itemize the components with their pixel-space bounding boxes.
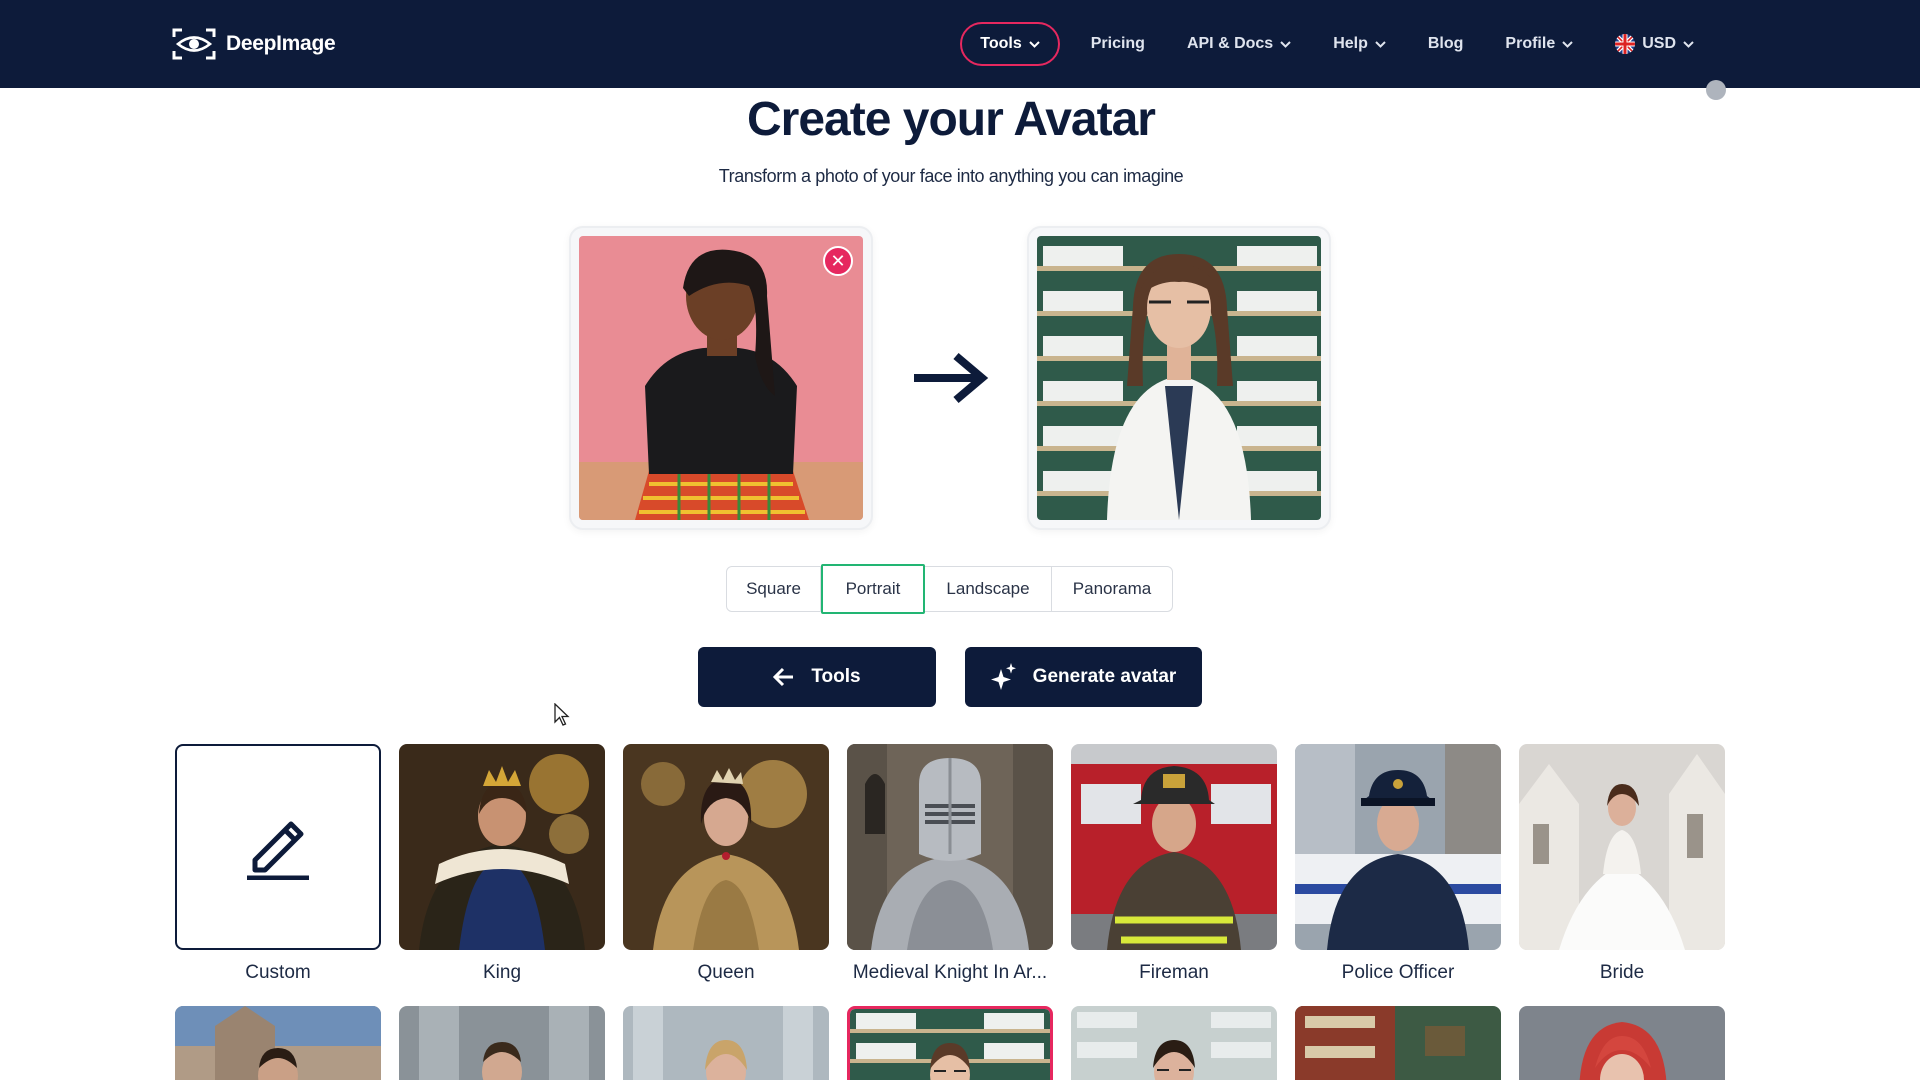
king-image [399, 744, 605, 950]
sparkles-icon [990, 663, 1016, 690]
style-preview-image [175, 1006, 381, 1080]
result-photo-frame[interactable] [1027, 226, 1331, 530]
nav-pricing-label: Pricing [1090, 35, 1145, 52]
back-to-tools-label: Tools [811, 666, 861, 687]
chevron-down-icon [1280, 40, 1291, 48]
style-card-police-officer[interactable]: Police Officer [1295, 744, 1501, 984]
arrow-left-icon [773, 667, 794, 687]
style-preview-image [1519, 1006, 1725, 1080]
close-icon: ✕ [830, 250, 846, 271]
source-face-photo [579, 236, 863, 520]
style-card-medieval-knight[interactable]: Medieval Knight In Ar... [847, 744, 1053, 984]
nav-tools[interactable]: Tools [960, 22, 1060, 66]
style-card-pharmacist[interactable] [847, 1006, 1053, 1080]
aspect-panorama-button[interactable]: Panorama [1052, 567, 1172, 611]
page-title: Create your Avatar [747, 93, 1156, 146]
style-thumb-king[interactable] [399, 744, 605, 950]
logo-text: DeepImage [226, 32, 336, 55]
arrow-right-icon [914, 352, 989, 404]
style-preview-image [399, 1006, 605, 1080]
style-label: Fireman [1139, 962, 1209, 983]
chevron-down-icon [1029, 40, 1040, 48]
style-thumb-fireman[interactable] [1071, 744, 1277, 950]
style-thumb-queen[interactable] [623, 744, 829, 950]
deepimage-logo[interactable]: DeepImage [172, 26, 336, 62]
chevron-down-icon [1562, 40, 1573, 48]
style-card-king[interactable]: King [399, 744, 605, 984]
style-card-bride[interactable]: Bride [1519, 744, 1725, 984]
style-thumb[interactable] [623, 1006, 829, 1080]
medieval-knight-image [847, 744, 1053, 950]
style-preview-image [850, 1009, 1050, 1080]
nav-tools-label: Tools [980, 35, 1022, 52]
nav-currency-label: USD [1642, 35, 1676, 52]
style-label: Custom [245, 962, 311, 983]
nav-help-label: Help [1333, 35, 1368, 52]
style-card[interactable] [175, 1006, 381, 1080]
nav-pricing[interactable]: Pricing [1070, 22, 1166, 66]
nav-currency[interactable]: USD [1594, 22, 1715, 66]
aspect-ratio-toggle: Square Portrait Landscape Panorama [726, 564, 1173, 614]
style-preview-image [1071, 1006, 1277, 1080]
uk-flag-icon [1615, 34, 1636, 54]
style-card[interactable] [1071, 1006, 1277, 1080]
style-thumb-police-officer[interactable] [1295, 744, 1501, 950]
style-card-fireman[interactable]: Fireman [1071, 744, 1277, 984]
style-card[interactable] [1295, 1006, 1501, 1080]
queen-image [623, 744, 829, 950]
mouse-cursor-icon [554, 703, 570, 726]
style-label: Police Officer [1341, 962, 1455, 983]
style-card-queen[interactable]: Queen [623, 744, 829, 984]
nav-help[interactable]: Help [1312, 22, 1407, 66]
chevron-down-icon [1375, 40, 1386, 48]
aspect-landscape-button[interactable]: Landscape [925, 567, 1052, 611]
page-subtitle: Transform a photo of your face into anyt… [718, 166, 1184, 186]
style-card-custom[interactable]: Custom [175, 744, 381, 984]
style-label: Medieval Knight In Ar... [852, 962, 1048, 983]
aspect-portrait-button[interactable]: Portrait [821, 564, 925, 614]
style-card[interactable] [623, 1006, 829, 1080]
nav-profile-label: Profile [1505, 35, 1556, 52]
nav-api-docs-label: API & Docs [1186, 35, 1274, 52]
remove-photo-button[interactable]: ✕ [823, 246, 853, 276]
generate-avatar-button[interactable]: Generate avatar [965, 647, 1202, 707]
back-to-tools-button[interactable]: Tools [698, 647, 936, 707]
style-thumb-bride[interactable] [1519, 744, 1725, 950]
style-thumb[interactable] [399, 1006, 605, 1080]
nav-profile[interactable]: Profile [1484, 22, 1594, 66]
top-navigation-bar: DeepImage Tools Pricing API & Docs Help … [0, 0, 1920, 88]
source-photo-frame[interactable]: ✕ [569, 226, 873, 530]
main-nav: Tools Pricing API & Docs Help Blog Profi… [960, 22, 1715, 66]
style-preview-image [1295, 1006, 1501, 1080]
aspect-square-button[interactable]: Square [727, 567, 821, 611]
nav-blog-label: Blog [1427, 35, 1464, 52]
style-thumb[interactable] [175, 1006, 381, 1080]
eye-logo-icon [172, 28, 216, 60]
style-thumb[interactable] [847, 1006, 1053, 1080]
nav-api-docs[interactable]: API & Docs [1166, 22, 1312, 66]
nav-blog[interactable]: Blog [1407, 22, 1485, 66]
style-thumb-custom[interactable] [175, 744, 381, 950]
fireman-image [1071, 744, 1277, 950]
style-label: Queen [697, 962, 755, 983]
style-card[interactable] [1519, 1006, 1725, 1080]
generate-avatar-label: Generate avatar [1032, 666, 1177, 687]
style-card[interactable] [399, 1006, 605, 1080]
pencil-edit-icon [247, 821, 309, 880]
style-thumb-medieval-knight[interactable] [847, 744, 1053, 950]
style-thumb[interactable] [1295, 1006, 1501, 1080]
style-thumb[interactable] [1071, 1006, 1277, 1080]
result-avatar-photo [1037, 236, 1321, 520]
bride-image [1519, 744, 1725, 950]
chevron-down-icon [1683, 40, 1694, 48]
style-label: Bride [1599, 962, 1645, 983]
police-officer-image [1295, 744, 1501, 950]
style-label: King [482, 962, 522, 983]
style-preview-image [623, 1006, 829, 1080]
style-thumb[interactable] [1519, 1006, 1725, 1080]
